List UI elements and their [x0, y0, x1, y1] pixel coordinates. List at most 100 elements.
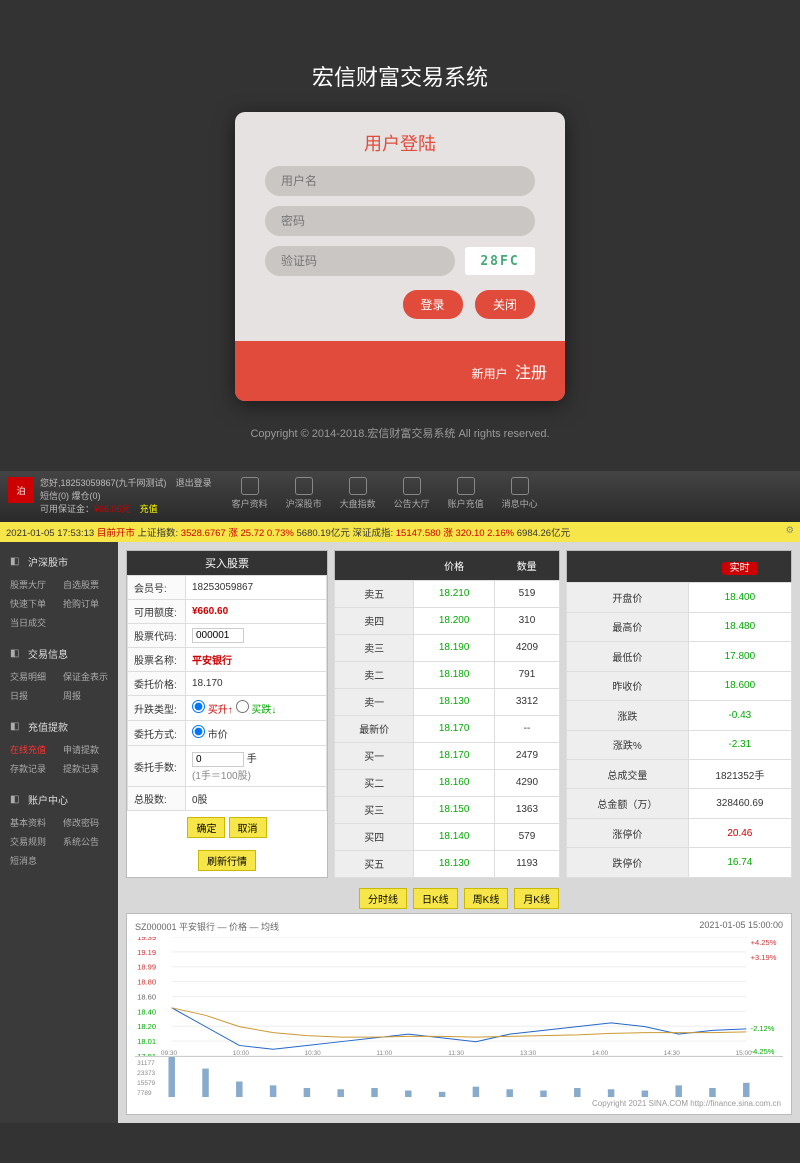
login-button[interactable]: 登录	[403, 290, 463, 319]
ticker-bar: 2021-01-05 17:53:13 目前开市 上证指数: 3528.6767…	[0, 522, 800, 542]
svg-text:19.19: 19.19	[137, 948, 156, 957]
chart-tab-1[interactable]: 日K线	[413, 888, 458, 909]
msg-counts: 短信(0) 爆仓(0)	[40, 490, 212, 503]
chart-footer: Copyright 2021 SINA.COM http://finance.s…	[131, 1097, 787, 1110]
svg-text:10:00: 10:00	[233, 1050, 250, 1056]
buy-down-radio[interactable]: 买跌↓	[236, 705, 277, 716]
side-item[interactable]: 交易明细	[6, 667, 59, 686]
copyright: Copyright © 2014-2018.宏信财富交易系统 All right…	[0, 425, 800, 441]
cancel-button[interactable]: 取消	[229, 817, 267, 838]
margin-value: ¥66.06元	[94, 504, 131, 514]
side-item[interactable]: 存款记录	[6, 759, 59, 778]
user-block: 您好,18253059867(九千网测试) 退出登录 短信(0) 爆仓(0) 可…	[40, 477, 212, 516]
svg-text:-2.12%: -2.12%	[751, 1025, 776, 1034]
chart-head-right: 2021-01-05 15:00:00	[699, 920, 783, 930]
svg-text:10:30: 10:30	[305, 1050, 322, 1056]
market-price-radio[interactable]: 市价	[192, 730, 228, 741]
side-item[interactable]: 当日成交	[6, 613, 59, 632]
topnav-3[interactable]: 公告大厅	[394, 477, 430, 516]
topnav-0[interactable]: 客户资料	[232, 477, 268, 516]
register-bar[interactable]: 新用户 注册	[235, 341, 565, 401]
svg-text:18.01: 18.01	[137, 1037, 156, 1046]
stock-name: 平安银行	[186, 648, 327, 672]
price-chart: 19.3919.1918.9918.8018.6018.4018.2018.01…	[135, 937, 783, 1057]
buy-title: 买入股票	[127, 551, 327, 575]
login-header: 用户登陆	[235, 112, 565, 166]
svg-text:18.40: 18.40	[137, 1008, 156, 1017]
side-item[interactable]: 周报	[59, 686, 112, 705]
svg-text:+3.19%: +3.19%	[751, 953, 777, 962]
lots-input[interactable]	[192, 752, 244, 767]
market-status: 目前开市	[97, 528, 135, 539]
svg-text:11:00: 11:00	[376, 1050, 392, 1056]
svg-text:23373: 23373	[137, 1070, 156, 1077]
svg-text:18.60: 18.60	[137, 993, 156, 1002]
top-nav: 客户资料沪深股市大盘指数公告大厅账户充值消息中心	[232, 477, 538, 516]
gear-icon[interactable]: ⚙	[785, 525, 794, 536]
chart-head-left: SZ000001 平安银行 — 价格 — 均线	[135, 922, 279, 932]
svg-text:14:00: 14:00	[592, 1050, 609, 1056]
captcha-image[interactable]: 28FC	[465, 247, 535, 275]
register-link[interactable]: 注册	[515, 365, 547, 382]
svg-text:15:00: 15:00	[735, 1050, 752, 1056]
topnav-4[interactable]: 账户充值	[448, 477, 484, 516]
side-item[interactable]: 保证金表示	[59, 667, 112, 686]
topnav-5[interactable]: 消息中心	[502, 477, 538, 516]
svg-text:15579: 15579	[137, 1080, 156, 1087]
side-item[interactable]: 股票大厅	[6, 575, 59, 594]
side-item[interactable]: 快速下单	[6, 594, 59, 613]
side-item[interactable]: 提款记录	[59, 759, 112, 778]
login-box: 用户登陆 28FC 登录 关闭 新用户 注册	[235, 112, 565, 401]
new-user-label: 新用户	[472, 367, 508, 381]
svg-text:19.39: 19.39	[137, 937, 156, 942]
side-item[interactable]: 日报	[6, 686, 59, 705]
svg-text:09:30: 09:30	[161, 1050, 178, 1056]
side-item[interactable]: 抢购订单	[59, 594, 112, 613]
logout-link[interactable]: 退出登录	[176, 478, 212, 488]
captcha-input[interactable]	[265, 246, 455, 276]
sidebar: ◧沪深股市股票大厅自选股票快速下单抢购订单当日成交 ◧交易信息交易明细保证金表示日…	[0, 542, 118, 1123]
side-item[interactable]: 修改密码	[59, 813, 112, 832]
svg-text:13:30: 13:30	[520, 1050, 537, 1056]
svg-text:14:30: 14:30	[664, 1050, 681, 1056]
svg-text:7789: 7789	[137, 1090, 152, 1097]
close-button[interactable]: 关闭	[475, 290, 535, 319]
side-item[interactable]: 交易规则	[6, 832, 59, 851]
buy-form-table: 会员号:18253059867 可用额度:¥660.60 股票代码: 股票名称:…	[127, 575, 327, 811]
svg-text:17.81: 17.81	[137, 1052, 156, 1056]
stock-code-input[interactable]	[192, 628, 244, 643]
side-head: ◧沪深股市	[0, 550, 118, 573]
password-input[interactable]	[265, 206, 535, 236]
topnav-1[interactable]: 沪深股市	[286, 477, 322, 516]
svg-text:18.99: 18.99	[137, 963, 156, 972]
side-item[interactable]: 基本资料	[6, 813, 59, 832]
side-item[interactable]: 在线充值	[6, 740, 59, 759]
margin-label: 可用保证金：	[40, 504, 94, 514]
side-item[interactable]: 自选股票	[59, 575, 112, 594]
logo-icon: 泊	[8, 477, 34, 503]
system-title: 宏信财富交易系统	[0, 60, 800, 92]
recharge-link[interactable]: 充值	[140, 504, 158, 514]
svg-text:31177: 31177	[137, 1060, 155, 1067]
buy-panel: 买入股票 会员号:18253059867 可用额度:¥660.60 股票代码: …	[126, 550, 328, 878]
chart-tab-0[interactable]: 分时线	[359, 888, 407, 909]
topnav-2[interactable]: 大盘指数	[340, 477, 376, 516]
svg-text:+4.25%: +4.25%	[751, 938, 777, 947]
username-input[interactable]	[265, 166, 535, 196]
top-bar: 泊 您好,18253059867(九千网测试) 退出登录 短信(0) 爆仓(0)…	[0, 471, 800, 522]
svg-text:11:30: 11:30	[448, 1050, 464, 1056]
chart-tab-2[interactable]: 周K线	[464, 888, 509, 909]
confirm-button[interactable]: 确定	[187, 817, 225, 838]
svg-text:18.20: 18.20	[137, 1023, 156, 1032]
svg-text:-4.25%: -4.25%	[751, 1047, 776, 1056]
buy-up-radio[interactable]: 买升↑	[192, 705, 233, 716]
ticker-time: 2021-01-05 17:53:13	[6, 528, 94, 539]
side-item[interactable]: 申请提款	[59, 740, 112, 759]
side-head: ◧充值提款	[0, 715, 118, 738]
orderbook-table: 价格数量卖五18.210519卖四18.200310卖三18.1904209卖二…	[334, 550, 560, 878]
side-head: ◧交易信息	[0, 642, 118, 665]
refresh-button[interactable]: 刷新行情	[198, 850, 256, 871]
side-item[interactable]: 短消息	[6, 851, 59, 870]
side-item[interactable]: 系统公告	[59, 832, 112, 851]
chart-tab-3[interactable]: 月K线	[514, 888, 559, 909]
